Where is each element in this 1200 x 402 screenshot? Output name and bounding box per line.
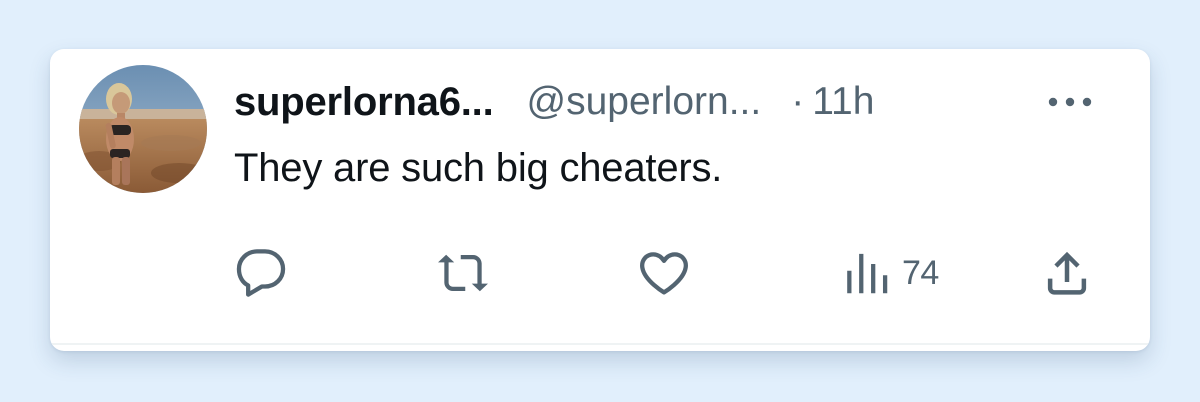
tweet-text: They are such big cheaters. bbox=[234, 146, 723, 190]
reply-icon bbox=[236, 249, 286, 297]
more-options-button[interactable] bbox=[1042, 83, 1098, 121]
divider bbox=[50, 343, 1150, 345]
separator-dot: · bbox=[791, 80, 805, 123]
retweet-button[interactable] bbox=[434, 245, 492, 301]
views-chart-icon bbox=[847, 253, 888, 294]
reply-button[interactable] bbox=[234, 245, 288, 301]
timestamp[interactable]: 11h bbox=[812, 80, 874, 124]
more-horizontal-icon bbox=[1048, 97, 1092, 107]
share-button[interactable] bbox=[1040, 245, 1094, 301]
views-button[interactable]: 74 bbox=[840, 245, 939, 301]
like-button[interactable] bbox=[636, 245, 692, 301]
share-icon bbox=[1047, 251, 1087, 295]
views-count: 74 bbox=[902, 253, 939, 292]
user-handle[interactable]: @superlorn... bbox=[527, 80, 762, 124]
tweet-card[interactable]: superlorna6... @superlorn... · 11h They … bbox=[50, 49, 1150, 351]
profile-photo bbox=[79, 65, 207, 193]
avatar[interactable] bbox=[79, 65, 207, 193]
display-name[interactable]: superlorna6... bbox=[234, 80, 494, 125]
heart-icon bbox=[640, 252, 688, 295]
tweet-header: superlorna6... @superlorn... · 11h bbox=[234, 77, 874, 127]
retweet-icon bbox=[438, 254, 488, 292]
